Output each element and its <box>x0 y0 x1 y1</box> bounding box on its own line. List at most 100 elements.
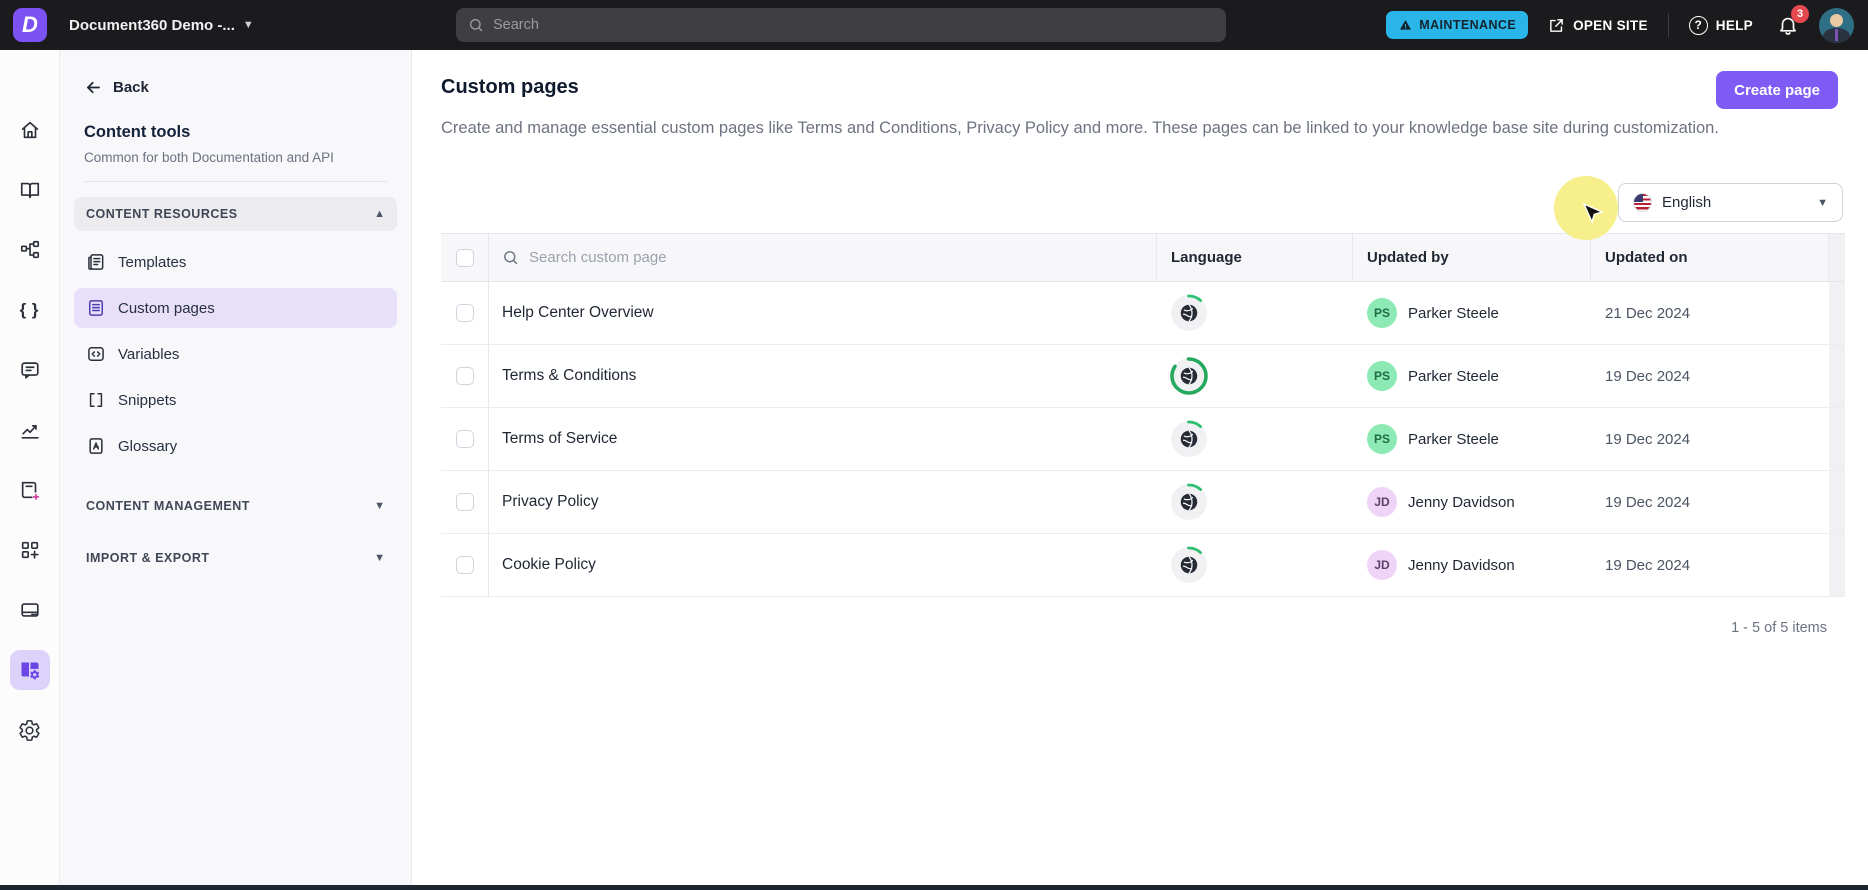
page-name-link[interactable]: Privacy Policy <box>489 471 1157 533</box>
column-header-updated-by[interactable]: Updated by <box>1353 234 1591 281</box>
global-search-input[interactable] <box>493 17 1214 33</box>
project-switcher[interactable]: Document360 Demo -... ▼ <box>69 17 254 34</box>
select-all-cell <box>441 234 489 281</box>
section-content-resources[interactable]: CONTENT RESOURCES ▲ <box>74 197 397 231</box>
book-add-icon[interactable] <box>18 478 42 502</box>
global-search[interactable] <box>456 8 1226 42</box>
search-icon <box>504 251 518 265</box>
section-import-export[interactable]: IMPORT & EXPORT ▼ <box>74 543 397 573</box>
mouse-cursor <box>1582 202 1604 225</box>
row-checkbox[interactable] <box>455 367 474 385</box>
page-name-link[interactable]: Cookie Policy <box>489 534 1157 596</box>
table-search-input[interactable] <box>529 249 1089 266</box>
window-bottom-edge <box>0 885 1868 890</box>
maintenance-badge[interactable]: MAINTENANCE <box>1386 11 1529 39</box>
updated-by-name: Jenny Davidson <box>1408 556 1515 574</box>
widgets-icon[interactable] <box>18 538 42 562</box>
search-icon <box>470 19 483 32</box>
updated-on-date: 19 Dec 2024 <box>1605 430 1691 448</box>
help-icon: ? <box>1688 15 1708 35</box>
language-status <box>1170 483 1208 521</box>
notification-count-badge: 3 <box>1791 5 1809 23</box>
scrollbar-track <box>1829 282 1845 344</box>
open-site-label: OPEN SITE <box>1573 17 1648 33</box>
back-label: Back <box>113 79 149 96</box>
scrollbar-track <box>1829 408 1845 470</box>
avatar: JD <box>1367 487 1397 517</box>
select-all-checkbox[interactable] <box>455 248 474 267</box>
language-dropdown[interactable]: English ▼ <box>1618 183 1843 222</box>
language-status <box>1170 294 1208 332</box>
sidebar-item-variables[interactable]: Variables <box>74 334 397 374</box>
create-page-button[interactable]: Create page <box>1716 71 1838 109</box>
custom-pages-icon <box>89 300 103 316</box>
page-name-link[interactable]: Terms of Service <box>489 408 1157 470</box>
table-row: Cookie Policy JD Jenny Davidson 19 Dec 20… <box>441 534 1845 597</box>
snippets-icon <box>89 393 103 407</box>
api-docs-icon[interactable]: { } <box>18 298 42 322</box>
sidebar-subtitle: Common for both Documentation and API <box>84 150 334 165</box>
row-checkbox[interactable] <box>455 493 474 511</box>
language-status <box>1170 546 1208 584</box>
content-resources-items: Templates Custom pages Variables Snippet… <box>60 239 411 469</box>
chevron-down-icon: ▼ <box>242 19 254 31</box>
row-checkbox[interactable] <box>455 304 474 322</box>
sitemap-icon[interactable] <box>18 238 42 262</box>
table-search[interactable] <box>489 234 1157 281</box>
scrollbar-track <box>1829 234 1845 281</box>
column-header-language[interactable]: Language <box>1157 234 1353 281</box>
help-button[interactable]: ? HELP <box>1688 15 1753 35</box>
navigation-rail: { } <box>0 50 60 885</box>
row-checkbox[interactable] <box>455 430 474 448</box>
table-row: Help Center Overview PS Parker Steele 21 … <box>441 282 1845 345</box>
open-site-button[interactable]: OPEN SITE <box>1548 17 1648 34</box>
document360-logo: D <box>13 8 47 42</box>
page-name-link[interactable]: Terms & Conditions <box>489 345 1157 407</box>
custom-pages-main: Custom pages Create page Create and mana… <box>412 50 1868 885</box>
sidebar-item-templates[interactable]: Templates <box>74 242 397 282</box>
updated-by-name: Parker Steele <box>1408 430 1499 448</box>
avatar-figure <box>1830 13 1843 27</box>
sidebar-item-glossary[interactable]: Glossary <box>74 426 397 466</box>
updated-on-date: 19 Dec 2024 <box>1605 556 1691 574</box>
settings-icon[interactable] <box>18 718 42 742</box>
knowledge-base-icon[interactable] <box>18 178 42 202</box>
table-row: Privacy Policy JD Jenny Davidson 19 Dec 2… <box>441 471 1845 534</box>
notifications-button[interactable]: 3 <box>1777 5 1809 36</box>
chevron-down-icon: ▼ <box>374 500 385 512</box>
updated-by-name: Jenny Davidson <box>1408 493 1515 511</box>
table-header: Language Updated by Updated on <box>441 234 1845 282</box>
back-button[interactable]: Back <box>84 78 411 97</box>
page-description: Create and manage essential custom pages… <box>441 119 1719 137</box>
document360-app: D Document360 Demo -... ▼ MAINTENANCE OP… <box>0 0 1868 890</box>
feedback-icon[interactable] <box>18 358 42 382</box>
us-flag-icon <box>1633 193 1652 212</box>
avatar: PS <box>1367 298 1397 328</box>
updated-by-name: Parker Steele <box>1408 304 1499 322</box>
home-icon[interactable] <box>18 118 42 142</box>
language-status <box>1170 357 1208 395</box>
scrollbar-track <box>1829 471 1845 533</box>
table-row: Terms of Service PS Parker Steele 19 Dec … <box>441 408 1845 471</box>
pagination-summary: 1 - 5 of 5 items <box>1731 620 1827 636</box>
topbar-divider <box>1667 13 1669 37</box>
chevron-down-icon: ▼ <box>374 552 385 564</box>
maintenance-label: MAINTENANCE <box>1419 18 1517 32</box>
section-content-management[interactable]: CONTENT MANAGEMENT ▼ <box>74 491 397 521</box>
column-header-updated-on[interactable]: Updated on <box>1591 234 1829 281</box>
topbar-actions: MAINTENANCE OPEN SITE ? HELP 3 <box>1386 0 1854 50</box>
sidebar-item-snippets[interactable]: Snippets <box>74 380 397 420</box>
user-avatar[interactable] <box>1819 7 1854 43</box>
page-name-link[interactable]: Help Center Overview <box>489 282 1157 344</box>
updated-on-date: 19 Dec 2024 <box>1605 367 1691 385</box>
sidebar-item-custom-pages[interactable]: Custom pages <box>74 288 397 328</box>
browser-card-icon[interactable] <box>18 598 42 622</box>
glossary-icon <box>89 438 103 454</box>
updated-by-name: Parker Steele <box>1408 367 1499 385</box>
analytics-icon[interactable] <box>18 418 42 442</box>
project-name: Document360 Demo -... <box>69 16 235 34</box>
content-tools-icon[interactable] <box>9 650 50 690</box>
updated-on-date: 19 Dec 2024 <box>1605 493 1691 511</box>
top-bar: D Document360 Demo -... ▼ MAINTENANCE OP… <box>0 0 1868 50</box>
row-checkbox[interactable] <box>455 556 474 574</box>
